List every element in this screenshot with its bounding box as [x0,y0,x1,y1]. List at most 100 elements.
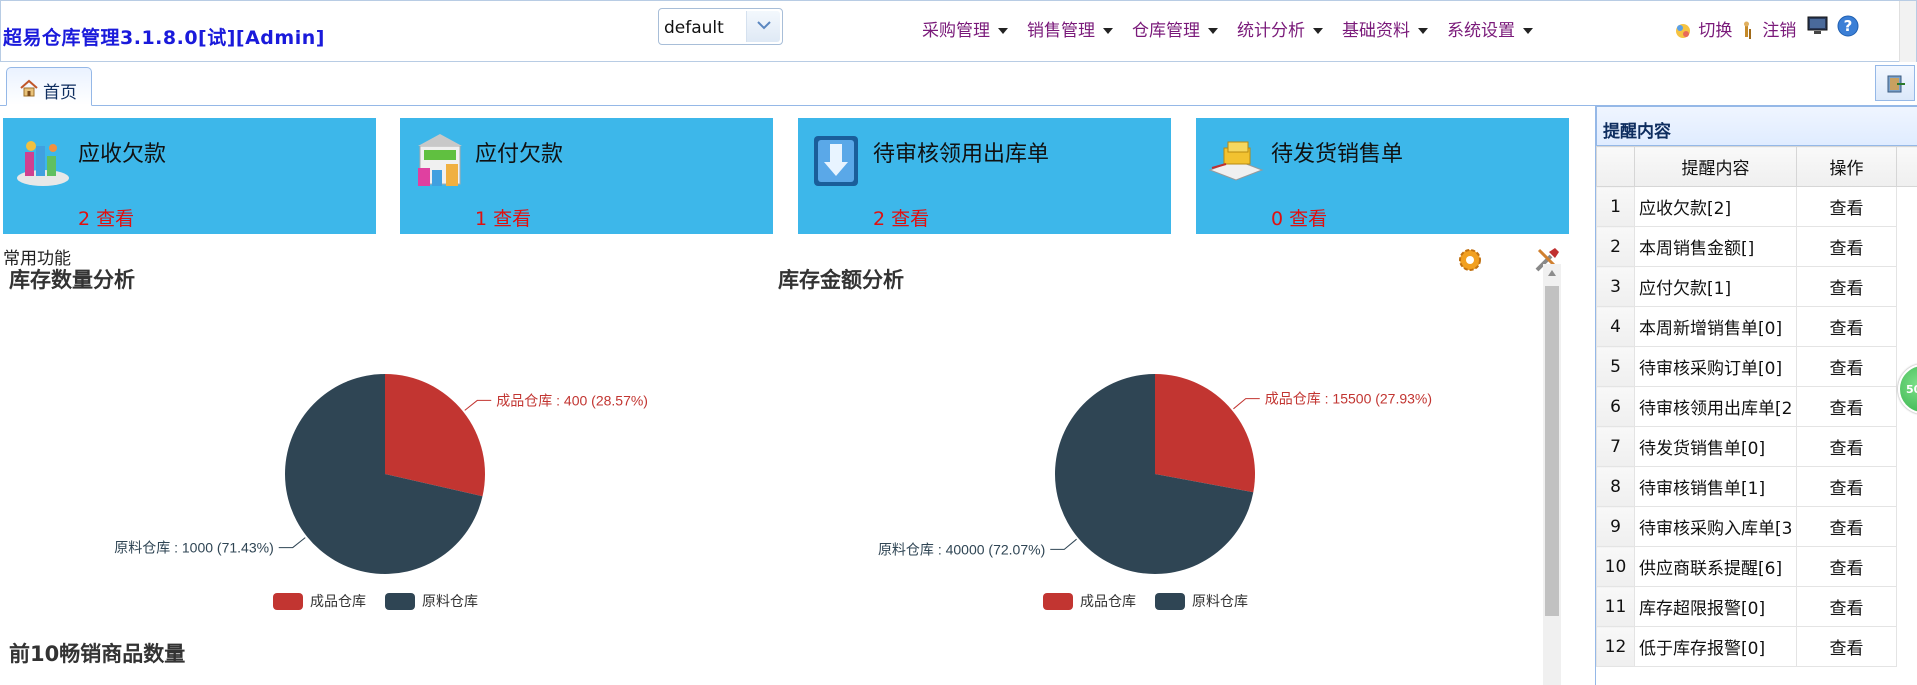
slice-label: 成品仓库 : 15500 (27.93%) [1265,391,1432,407]
view-link[interactable]: 查看 [1796,226,1897,267]
menu-purchase-label: 采购管理 [922,21,990,41]
card-count-link[interactable]: 1 查看 [475,204,531,231]
view-link[interactable]: 查看 [1796,426,1897,467]
floating-badge-label: 50 [1906,383,1917,396]
main-content: 应收欠款 2 查看 应付欠款 1 查看 待审核领用出库单 2 查看 待发货销售单… [0,106,1595,685]
card-count-link[interactable]: 2 查看 [873,204,929,231]
row-pad [1896,546,1917,587]
table-row[interactable]: 12 低于库存报警[0] 查看 [1596,626,1917,667]
row-pad [1896,466,1917,507]
caret-down-icon [1418,28,1428,34]
legend-swatch[interactable] [1155,593,1185,610]
reminder-table-header: 提醒内容 操作 [1596,146,1917,187]
menu-basic-data-label: 基础资料 [1342,21,1410,41]
label-leader-line [1050,538,1077,550]
monitor-icon[interactable] [1806,14,1830,38]
legend-swatch[interactable] [273,593,303,610]
chevron-down-icon[interactable] [746,11,780,42]
table-row[interactable]: 3 应付欠款[1] 查看 [1596,266,1917,307]
table-row[interactable]: 7 待发货销售单[0] 查看 [1596,426,1917,467]
reminder-text: 本周销售金额[] [1634,226,1797,267]
table-row[interactable]: 1 应收欠款[2] 查看 [1596,186,1917,227]
legend-label[interactable]: 成品仓库 [310,593,366,609]
menu-basic-data[interactable]: 基础资料 [1342,16,1428,41]
gear-icon[interactable] [1456,246,1484,274]
logout-button[interactable]: 注销 [1739,16,1796,41]
card-pending-requisition[interactable]: 待审核领用出库单 2 查看 [798,118,1171,234]
view-link[interactable]: 查看 [1796,506,1897,547]
legend-swatch[interactable] [1043,593,1073,610]
pie-slice[interactable] [1155,374,1255,493]
card-payable[interactable]: 应付欠款 1 查看 [400,118,773,234]
legend-label[interactable]: 成品仓库 [1080,593,1136,609]
top-scrollbar[interactable] [1899,1,1916,63]
row-pad [1896,186,1917,227]
switch-button[interactable]: 切换 [1673,16,1732,41]
view-link[interactable]: 查看 [1796,546,1897,587]
menu-purchase[interactable]: 采购管理 [922,16,1008,41]
header-pad [1896,146,1917,187]
caret-down-icon [1208,28,1218,34]
view-link[interactable]: 查看 [1796,386,1897,427]
view-link[interactable]: 查看 [1796,266,1897,307]
menu-system-settings[interactable]: 系统设置 [1447,16,1533,41]
card-count-link[interactable]: 0 查看 [1271,204,1327,231]
home-icon [20,79,38,97]
top-bar: 超易仓库管理3.1.8.0[试][Admin] default 采购管理 销售管… [0,0,1917,63]
menu-statistics[interactable]: 统计分析 [1237,16,1323,41]
menu-warehouse[interactable]: 仓库管理 [1132,16,1218,41]
menu-system-settings-label: 系统设置 [1447,21,1515,41]
table-row[interactable]: 11 库存超限报警[0] 查看 [1596,586,1917,627]
row-number: 7 [1596,426,1635,467]
database-select-value: default [664,18,724,38]
view-link[interactable]: 查看 [1796,186,1897,227]
row-number: 12 [1596,626,1635,667]
table-row[interactable]: 9 待审核采购入库单[3 查看 [1596,506,1917,547]
slice-label: 原料仓库 : 1000 (71.43%) [114,540,274,556]
view-link[interactable]: 查看 [1796,346,1897,387]
content-scrollbar[interactable] [1543,264,1561,685]
row-number: 3 [1596,266,1635,307]
view-link[interactable]: 查看 [1796,586,1897,627]
view-link[interactable]: 查看 [1796,306,1897,347]
reminder-text: 待审核采购订单[0] [1634,346,1797,387]
menu-sales[interactable]: 销售管理 [1027,16,1113,41]
card-receivable[interactable]: 应收欠款 2 查看 [3,118,376,234]
chart-title-amount: 库存金额分析 [778,268,904,292]
card-pending-shipment[interactable]: 待发货销售单 0 查看 [1196,118,1569,234]
view-link[interactable]: 查看 [1796,466,1897,507]
row-number: 5 [1596,346,1635,387]
header-content[interactable]: 提醒内容 [1634,146,1797,187]
reminder-text: 库存超限报警[0] [1634,586,1797,627]
row-number: 4 [1596,306,1635,347]
table-row[interactable]: 2 本周销售金额[] 查看 [1596,226,1917,267]
tab-home[interactable]: 首页 [6,67,92,106]
reminder-text: 待审核领用出库单[2 [1634,386,1797,427]
table-row[interactable]: 6 待审核领用出库单[2 查看 [1596,386,1917,427]
row-pad [1896,586,1917,627]
table-row[interactable]: 10 供应商联系提醒[6] 查看 [1596,546,1917,587]
app-title: 超易仓库管理3.1.8.0[试][Admin] [3,27,325,49]
menu-warehouse-label: 仓库管理 [1132,21,1200,41]
chart-title-quantity: 库存数量分析 [9,268,135,292]
chart-title-top10: 前10畅销商品数量 [9,642,186,666]
view-link[interactable]: 查看 [1796,626,1897,667]
row-pad [1896,226,1917,267]
caret-down-icon [1103,28,1113,34]
tab-bar: 首页 [0,62,1917,106]
legend-label[interactable]: 原料仓库 [422,593,478,609]
table-row[interactable]: 5 待审核采购订单[0] 查看 [1596,346,1917,387]
scroll-up-icon[interactable] [1548,270,1556,276]
table-row[interactable]: 8 待审核销售单[1] 查看 [1596,466,1917,507]
scroll-thumb[interactable] [1545,286,1559,616]
help-icon[interactable]: ? [1836,14,1860,38]
card-count-link[interactable]: 2 查看 [78,204,134,231]
tab-tool-button[interactable] [1875,65,1915,101]
legend-label[interactable]: 原料仓库 [1192,593,1248,609]
menu-statistics-label: 统计分析 [1237,21,1305,41]
header-action[interactable]: 操作 [1796,146,1897,187]
table-row[interactable]: 4 本周新增销售单[0] 查看 [1596,306,1917,347]
legend-swatch[interactable] [385,593,415,610]
row-number: 9 [1596,506,1635,547]
database-select[interactable]: default [658,8,783,45]
